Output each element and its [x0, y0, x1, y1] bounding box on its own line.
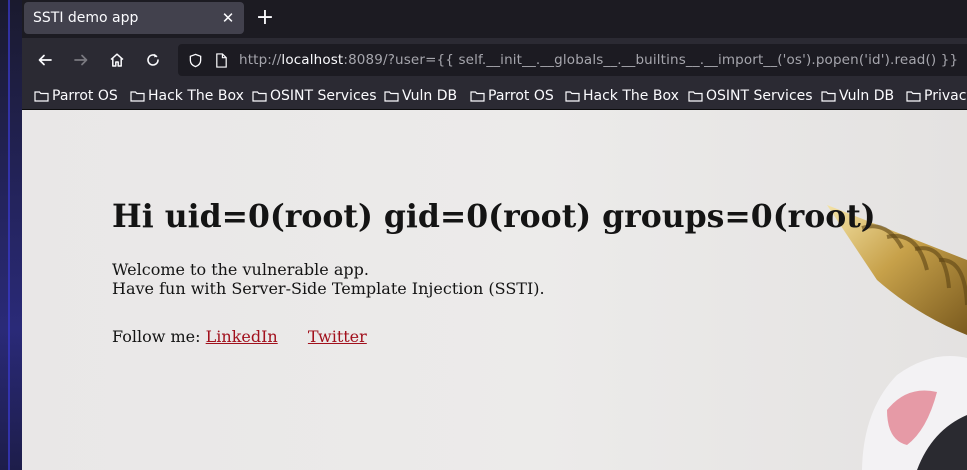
forward-arrow-icon[interactable]	[67, 46, 95, 74]
folder-icon	[470, 91, 485, 102]
browser-window: SSTI demo app ✕ + http://localhost:8089/…	[22, 0, 967, 470]
url-text[interactable]: http://localhost:8089/?user={{ self.__in…	[239, 52, 958, 68]
bookmark-parrot-os-2[interactable]: Parrot OS	[470, 85, 554, 107]
unicorn-horn-image	[827, 205, 967, 470]
folder-icon	[384, 91, 399, 102]
close-icon[interactable]: ✕	[218, 8, 238, 28]
navigation-toolbar: http://localhost:8089/?user={{ self.__in…	[22, 38, 967, 82]
page-icon[interactable]	[212, 51, 230, 69]
folder-icon	[906, 91, 921, 102]
bookmark-parrot-os[interactable]: Parrot OS	[34, 85, 118, 107]
bookmark-label: Vuln DB	[839, 88, 895, 104]
bookmark-privacy[interactable]: Privacy	[906, 85, 967, 107]
bookmark-label: Hack The Box	[583, 88, 679, 104]
back-arrow-icon[interactable]	[31, 46, 59, 74]
bookmark-label: Parrot OS	[52, 88, 118, 104]
follow-row: Follow me: LinkedIn Twitter	[112, 327, 367, 346]
bookmark-label: OSINT Services	[706, 88, 813, 104]
ssti-text: Have fun with Server-Side Template Injec…	[112, 279, 545, 298]
folder-icon	[34, 91, 49, 102]
folder-icon	[565, 91, 580, 102]
plus-icon[interactable]: +	[252, 6, 278, 32]
follow-label: Follow me:	[112, 327, 201, 346]
tab-strip: SSTI demo app ✕ +	[22, 0, 967, 38]
bookmark-label: Vuln DB	[402, 88, 458, 104]
bookmark-hack-the-box[interactable]: Hack The Box	[130, 85, 244, 107]
bookmark-osint-services[interactable]: OSINT Services	[252, 85, 377, 107]
bookmark-label: OSINT Services	[270, 88, 377, 104]
tab-ssti-demo[interactable]: SSTI demo app ✕	[24, 2, 244, 34]
folder-icon	[688, 91, 703, 102]
reload-icon[interactable]	[139, 46, 167, 74]
bookmark-label: Hack The Box	[148, 88, 244, 104]
linkedin-link[interactable]: LinkedIn	[206, 327, 278, 346]
page-content: Hi uid=0(root) gid=0(root) groups=0(root…	[22, 110, 967, 470]
twitter-link[interactable]: Twitter	[308, 327, 367, 346]
bookmark-vuln-db-2[interactable]: Vuln DB	[821, 85, 894, 107]
welcome-text: Welcome to the vulnerable app.	[112, 260, 369, 279]
page-heading: Hi uid=0(root) gid=0(root) groups=0(root…	[112, 198, 876, 235]
desktop-edge	[0, 0, 22, 470]
bookmark-label: Parrot OS	[488, 88, 554, 104]
folder-icon	[252, 91, 267, 102]
url-bar[interactable]: http://localhost:8089/?user={{ self.__in…	[178, 44, 967, 76]
folder-icon	[821, 91, 836, 102]
shield-icon[interactable]	[186, 51, 204, 69]
bookmark-vuln-db[interactable]: Vuln DB	[384, 85, 457, 107]
home-icon[interactable]	[103, 46, 131, 74]
bookmark-label: Privacy	[924, 88, 967, 104]
folder-icon	[130, 91, 145, 102]
bookmark-hack-the-box-2[interactable]: Hack The Box	[565, 85, 679, 107]
bookmarks-toolbar: Parrot OS Hack The Box OSINT Services Vu…	[22, 82, 967, 110]
bookmark-osint-services-2[interactable]: OSINT Services	[688, 85, 813, 107]
tab-title: SSTI demo app	[33, 10, 139, 26]
